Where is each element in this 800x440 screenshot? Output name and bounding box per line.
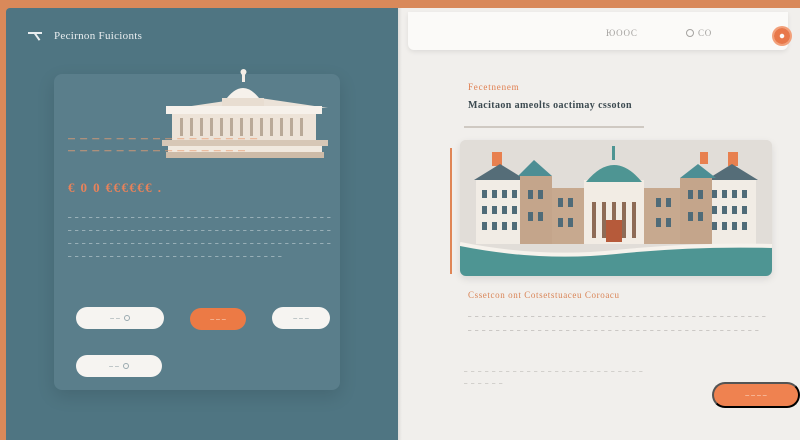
- left-header: Pecirnon Fuicionts: [28, 30, 142, 42]
- left-body-text: – – – – – – – – – – – – – – – – – – – – …: [68, 215, 332, 260]
- right-subhead: Cssetcon ont Cotsetstuaceu Coroacu: [468, 290, 620, 300]
- button-label: – –: [110, 314, 120, 322]
- back-arrow-icon[interactable]: [28, 31, 44, 41]
- right-body-text: – – – – – – – – – – – – – – – – – – – – …: [468, 314, 767, 334]
- secondary-button[interactable]: – – –: [272, 307, 330, 329]
- title-divider: [464, 126, 644, 128]
- topbar-alt[interactable]: СО: [686, 28, 712, 38]
- button-label: – – –: [210, 315, 226, 323]
- right-panel: ЮООС СО Fecetnenem Macitaon ameolts oact…: [398, 8, 800, 440]
- photo-accent-bar: [450, 148, 452, 274]
- button-label: – – –: [293, 314, 309, 322]
- settings-gear-icon[interactable]: [774, 28, 790, 44]
- tertiary-button[interactable]: – –: [76, 355, 162, 377]
- palace-illustration: [460, 140, 772, 276]
- button-label: – –: [109, 362, 119, 370]
- left-title: Pecirnon Fuicionts: [54, 30, 143, 42]
- link-icon: [122, 363, 129, 369]
- right-body-text-2: – – – – – – – – – – – – – – – – – – – – …: [464, 369, 644, 387]
- top-bar: ЮООС СО: [408, 12, 790, 50]
- cta-label: – – – –: [745, 391, 767, 399]
- building-photo: [460, 140, 772, 276]
- topbar-alt-label: СО: [698, 28, 713, 38]
- topbar-code[interactable]: ЮООС: [606, 28, 638, 38]
- right-eyebrow: Fecetnenem: [468, 82, 520, 92]
- cta-button[interactable]: – – – –: [712, 382, 800, 408]
- orange-action-button[interactable]: – – –: [190, 308, 246, 330]
- right-title: Macitaon ameolts oactimay cssoton: [468, 100, 633, 111]
- primary-outline-button[interactable]: – –: [76, 307, 164, 329]
- left-eyebrow-line-2: — — — — — — — — — — — — — — —: [68, 148, 247, 155]
- left-big-number: € 0 0 €€€€€€ .: [68, 180, 163, 195]
- circle-icon: [686, 29, 694, 37]
- link-icon: [123, 315, 130, 321]
- left-eyebrow-line-1: — — — — — — — — — — — — — — — —: [68, 136, 259, 143]
